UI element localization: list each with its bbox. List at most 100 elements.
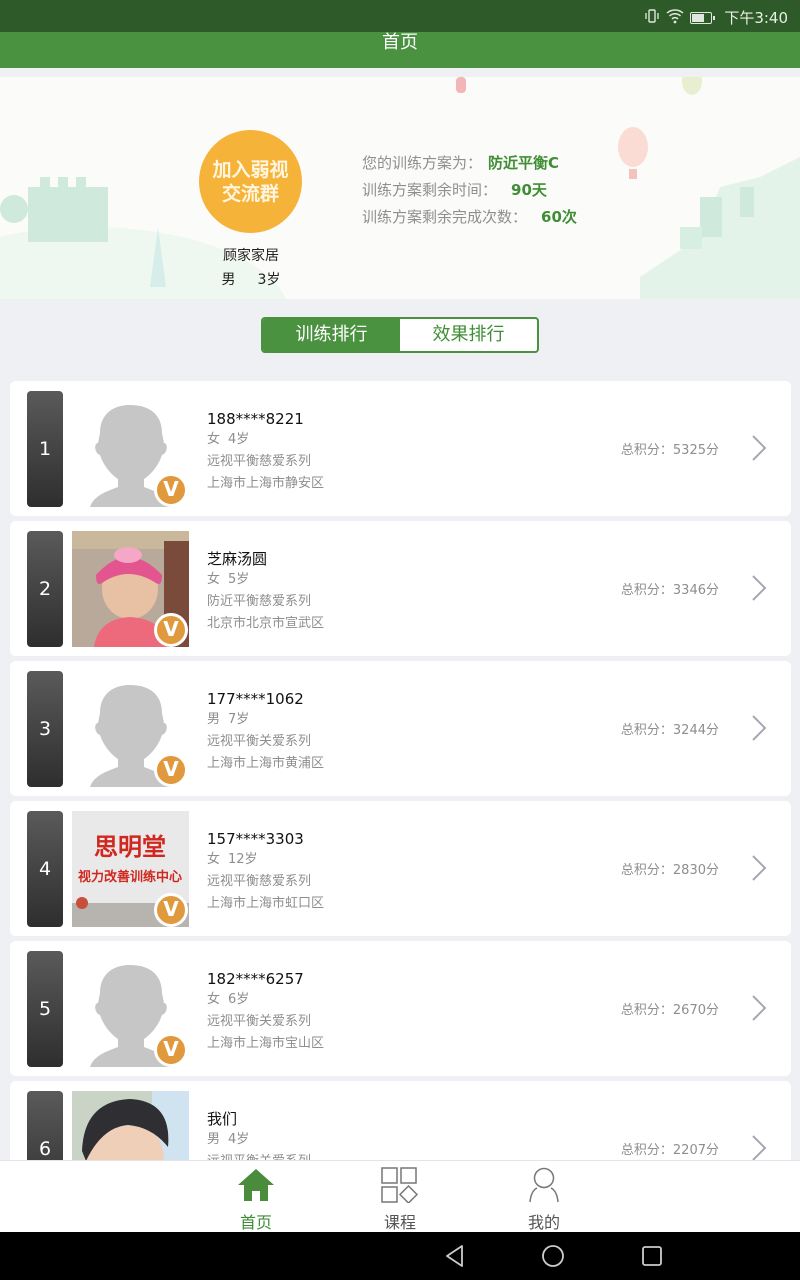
user-series: 远视平衡慈爱系列	[207, 454, 312, 469]
nav-profile-label: 我的	[527, 1213, 560, 1232]
user-gender: 男	[207, 1132, 221, 1147]
nav-home-label: 首页	[239, 1213, 272, 1232]
chevron-right-icon[interactable]	[749, 1133, 769, 1163]
remaining-count-value: 60次	[541, 208, 577, 226]
user-gender: 女	[207, 572, 221, 587]
user-name: 芝麻汤圆	[207, 550, 268, 568]
user-info: 157****3303 女 12岁 远视平衡慈爱系列 上海市上海市虹口区	[207, 829, 324, 915]
chevron-right-icon[interactable]	[749, 433, 769, 463]
nav-courses[interactable]: 课程	[360, 1167, 440, 1233]
user-age: 6岁	[228, 992, 250, 1007]
back-icon[interactable]	[444, 1244, 466, 1268]
user-series: 远视平衡慈爱系列	[207, 874, 312, 889]
rank-number: 1	[38, 438, 52, 460]
user-gender-age: 女 4岁	[207, 429, 324, 451]
total-score: 总积分：2670分	[621, 999, 719, 1018]
ranking-row[interactable]: 4 思明堂 视力改善训练中心 V 157****3303 女 12岁 远视平衡慈爱…	[10, 801, 791, 936]
page-title: 首页	[382, 32, 418, 53]
user-location: 北京市北京市宣武区	[207, 616, 325, 631]
user-meta: 男 3岁	[200, 269, 302, 289]
total-score: 总积分：5325分	[621, 439, 719, 458]
user-series: 防近平衡慈爱系列	[207, 594, 312, 609]
nav-profile[interactable]: 我的	[504, 1167, 584, 1233]
score-label: 总积分：	[620, 1143, 673, 1158]
user-gender: 女	[207, 992, 221, 1007]
user-gender: 男	[221, 272, 236, 288]
rank-number: 3	[38, 718, 52, 740]
sign-text-1: 思明堂	[94, 833, 166, 861]
total-score: 总积分：3244分	[621, 719, 719, 738]
score-label: 总积分：	[620, 863, 673, 878]
ranking-row[interactable]: 2 V 芝麻汤圆 女 5岁 防近平衡慈爱系列 北京市北京市宣武区 总积分：3346…	[10, 521, 791, 656]
user-location: 上海市上海市黄浦区	[207, 756, 325, 771]
home-icon	[238, 1169, 274, 1201]
wifi-icon	[666, 8, 684, 28]
rank-badge: 2	[27, 531, 63, 647]
chevron-right-icon[interactable]	[749, 853, 769, 883]
score-value: 2670分	[672, 1003, 719, 1018]
nav-home[interactable]: 首页	[216, 1167, 296, 1233]
profile-icon	[529, 1167, 559, 1203]
user-gender: 女	[207, 852, 221, 867]
total-score: 总积分：3346分	[621, 579, 719, 598]
user-gender-age: 女 6岁	[207, 989, 324, 1011]
ranking-row[interactable]: 1 V 188****8221 女 4岁 远视平衡慈爱系列 上海市上海市静安区 总…	[10, 381, 791, 516]
ranking-row[interactable]: 5 V 182****6257 女 6岁 远视平衡关爱系列 上海市上海市宝山区 总…	[10, 941, 791, 1076]
score-value: 3346分	[672, 583, 719, 598]
chevron-right-icon[interactable]	[749, 713, 769, 743]
status-bar: 下午3:40	[0, 0, 800, 32]
user-info: 芝麻汤圆 女 5岁 防近平衡慈爱系列 北京市北京市宣武区	[207, 549, 324, 635]
user-location: 上海市上海市虹口区	[207, 896, 325, 911]
rank-badge: 5	[27, 951, 63, 1067]
chevron-right-icon[interactable]	[749, 573, 769, 603]
join-group-button[interactable]: 加入弱视 交流群	[199, 130, 302, 233]
user-name: 188****8221	[207, 410, 304, 428]
recents-icon[interactable]	[641, 1244, 663, 1268]
total-score: 总积分：2207分	[621, 1139, 719, 1158]
vip-badge: V	[154, 1033, 188, 1067]
score-label: 总积分：	[620, 1003, 673, 1018]
total-score: 总积分：2830分	[621, 859, 719, 878]
user-info: 182****6257 女 6岁 远视平衡关爱系列 上海市上海市宝山区	[207, 969, 324, 1055]
score-label: 总积分：	[620, 583, 673, 598]
user-age: 4岁	[228, 1132, 250, 1147]
remaining-time-label: 训练方案剩余时间：	[362, 181, 498, 199]
score-value: 3244分	[672, 723, 719, 738]
user-location: 上海市上海市静安区	[207, 476, 325, 491]
user-gender: 女	[207, 432, 221, 447]
rank-number: 6	[38, 1138, 52, 1160]
user-age: 12岁	[228, 852, 258, 867]
user-name: 我们	[207, 1110, 238, 1128]
vip-badge: V	[154, 473, 188, 507]
header: 首页	[0, 32, 800, 68]
user-name: 182****6257	[207, 970, 304, 988]
sign-text-2: 视力改善训练中心	[78, 869, 182, 885]
rank-badge: 3	[27, 671, 63, 787]
vibrate-icon	[644, 8, 660, 28]
ranking-tabs: 训练排行 效果排行	[261, 317, 539, 353]
rank-badge: 4	[27, 811, 63, 927]
chevron-right-icon[interactable]	[749, 993, 769, 1023]
vip-badge: V	[154, 893, 188, 927]
nav-courses-label: 课程	[383, 1213, 416, 1232]
rank-number: 4	[38, 858, 52, 880]
battery-icon	[690, 11, 716, 24]
plan-label: 您的训练方案为：	[362, 154, 483, 172]
ranking-row[interactable]: 3 V 177****1062 男 7岁 远视平衡关爱系列 上海市上海市黄浦区 总…	[10, 661, 791, 796]
tab-effect-ranking[interactable]: 效果排行	[400, 319, 537, 351]
user-location: 上海市上海市宝山区	[207, 1036, 325, 1051]
join-group-label-1: 加入弱视	[212, 158, 289, 181]
score-label: 总积分：	[620, 723, 673, 738]
home-circle-icon[interactable]	[541, 1244, 565, 1268]
system-nav-bar	[0, 1232, 800, 1280]
score-value: 5325分	[672, 443, 719, 458]
score-value: 2207分	[672, 1143, 719, 1158]
user-age: 3岁	[257, 272, 281, 288]
user-info: 188****8221 女 4岁 远视平衡慈爱系列 上海市上海市静安区	[207, 409, 324, 495]
remaining-count-label: 训练方案剩余完成次数：	[362, 208, 528, 226]
rank-badge: 1	[27, 391, 63, 507]
score-value: 2830分	[672, 863, 719, 878]
tab-training-ranking[interactable]: 训练排行	[263, 319, 400, 351]
courses-grid-icon	[381, 1167, 419, 1205]
rank-number: 5	[38, 998, 52, 1020]
